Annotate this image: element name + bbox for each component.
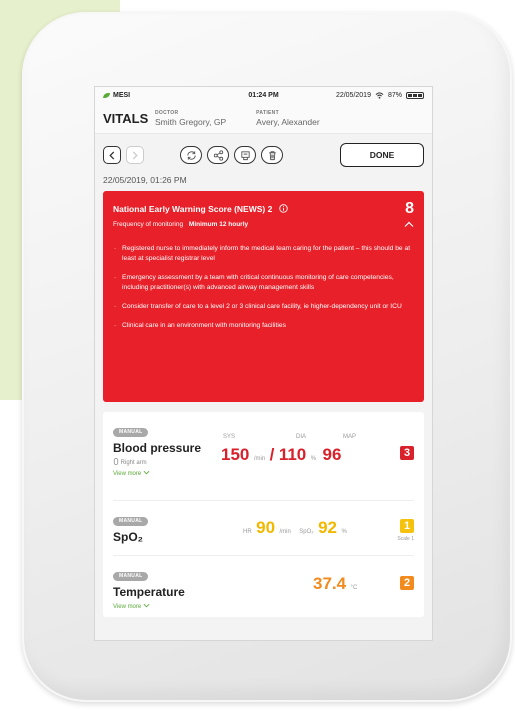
bp-separator: / bbox=[269, 445, 275, 464]
blood-pressure-row[interactable]: MANUAL Blood pressure Right arm View mor… bbox=[113, 420, 414, 501]
news-alert-panel: National Early Warning Score (NEWS) 2 8 … bbox=[103, 191, 424, 402]
spo2-values: HR 90 /min SpO₂ 92 % bbox=[243, 518, 347, 538]
list-item: Registered nurse to immediately inform t… bbox=[113, 244, 414, 264]
monitoring-frequency: Frequency of monitoring Minimum 12 hourl… bbox=[113, 221, 248, 228]
site-label: Right arm bbox=[120, 460, 147, 466]
doctor-label: DOCTOR bbox=[155, 109, 179, 116]
status-time: 01:24 PM bbox=[248, 91, 279, 99]
info-icon[interactable] bbox=[278, 204, 288, 213]
news-title: National Early Warning Score (NEWS) 2 bbox=[113, 204, 288, 214]
done-button[interactable]: DONE bbox=[340, 143, 424, 167]
hr-value: 90 bbox=[256, 518, 276, 537]
measurement-timestamp: 22/05/2019, 01:26 PM bbox=[103, 175, 187, 185]
temperature-row[interactable]: MANUAL Temperature View more 37.4 °C 2 bbox=[113, 564, 414, 620]
battery-percent: 87% bbox=[387, 91, 402, 99]
list-item: Emergency assessment by a team with crit… bbox=[113, 273, 414, 293]
frequency-value: Minimum 12 hourly bbox=[188, 221, 249, 228]
status-bar: MESI 01:24 PM 22/05/2019 87% bbox=[95, 87, 432, 103]
spo2-value: 92 bbox=[318, 518, 338, 537]
view-more-label: View more bbox=[113, 604, 142, 610]
manual-badge: MANUAL bbox=[113, 516, 149, 526]
map-value: 96 bbox=[322, 445, 342, 464]
dia-label: DIA bbox=[296, 434, 307, 440]
chevron-up-icon[interactable] bbox=[404, 221, 414, 228]
share-button[interactable] bbox=[207, 146, 229, 164]
dia-value: 110 bbox=[278, 445, 307, 464]
hr-unit: /min bbox=[279, 529, 291, 535]
doctor-name: Smith Gregory, GP bbox=[155, 116, 227, 127]
vitals-card: MANUAL Blood pressure Right arm View mor… bbox=[103, 412, 424, 617]
news-title-text: National Early Warning Score (NEWS) 2 bbox=[113, 204, 273, 214]
back-button[interactable] bbox=[103, 146, 121, 164]
sys-value: 150 bbox=[221, 445, 250, 464]
bp-values: 150 /min / 110 % 96 bbox=[221, 445, 341, 465]
manual-badge: MANUAL bbox=[113, 427, 149, 437]
map-label: MAP bbox=[343, 434, 357, 440]
patient-name: Avery, Alexander bbox=[256, 116, 320, 127]
score-badge: 2 bbox=[400, 576, 414, 590]
scale-label: Scale 1 bbox=[397, 536, 414, 542]
temp-value: 37.4 bbox=[313, 574, 347, 593]
view-more-link[interactable]: View more bbox=[113, 603, 414, 610]
sys-label: SYS bbox=[223, 434, 236, 440]
list-item: Clinical care in an environment with mon… bbox=[113, 321, 414, 331]
view-more-label: View more bbox=[113, 471, 142, 477]
patient-field: PATIENT Avery, Alexander bbox=[256, 110, 319, 127]
sync-button[interactable] bbox=[180, 146, 202, 164]
dia-unit: % bbox=[310, 456, 317, 462]
vital-name: Temperature bbox=[113, 585, 185, 599]
battery-icon bbox=[406, 91, 424, 99]
spo2-unit: % bbox=[341, 529, 347, 535]
mesi-logo-icon bbox=[103, 92, 110, 98]
hr-label: HR bbox=[243, 529, 252, 535]
sys-unit: /min bbox=[253, 456, 266, 462]
toolbar: DONE bbox=[95, 139, 432, 171]
news-recommendations: Registered nurse to immediately inform t… bbox=[113, 244, 414, 331]
score-badge: 1 bbox=[400, 519, 414, 533]
document-icon bbox=[240, 150, 250, 160]
score-badge: 3 bbox=[400, 446, 414, 460]
forward-button[interactable] bbox=[126, 146, 144, 164]
manual-badge: MANUAL bbox=[113, 571, 149, 581]
status-app-name: MESI bbox=[113, 91, 131, 99]
page-title: VITALS bbox=[103, 110, 149, 126]
status-date: 22/05/2019 bbox=[335, 91, 371, 99]
app-header: VITALS DOCTOR Smith Gregory, GP PATIENT … bbox=[95, 103, 432, 134]
status-app: MESI bbox=[103, 92, 210, 99]
status-right: 22/05/2019 87% bbox=[317, 91, 424, 99]
share-icon bbox=[213, 149, 223, 161]
chevron-right-icon bbox=[132, 150, 138, 160]
tablet-screen: MESI 01:24 PM 22/05/2019 87% VITALS DOCT… bbox=[95, 87, 432, 640]
arm-icon bbox=[113, 458, 119, 465]
temp-unit: °C bbox=[350, 585, 358, 591]
doctor-field: DOCTOR Smith Gregory, GP bbox=[155, 110, 226, 127]
patient-label: PATIENT bbox=[256, 109, 279, 116]
chevron-left-icon bbox=[109, 150, 115, 160]
frequency-label: Frequency of monitoring bbox=[113, 221, 184, 228]
sync-icon bbox=[186, 150, 196, 160]
trash-icon bbox=[268, 150, 276, 160]
temp-values: 37.4 °C bbox=[313, 574, 357, 594]
list-item: Consider transfer of care to a level 2 o… bbox=[113, 302, 414, 312]
spo2-label: SpO₂ bbox=[299, 529, 314, 535]
chevron-down-icon bbox=[143, 603, 150, 608]
print-button[interactable] bbox=[234, 146, 256, 164]
news-score: 8 bbox=[405, 200, 414, 217]
delete-button[interactable] bbox=[261, 146, 283, 164]
chevron-down-icon bbox=[143, 470, 150, 475]
wifi-icon bbox=[375, 91, 384, 99]
view-more-link[interactable]: View more bbox=[113, 470, 414, 477]
spo2-row[interactable]: MANUAL SpO₂ HR 90 /min SpO₂ 92 % 1 Scale… bbox=[113, 509, 414, 556]
